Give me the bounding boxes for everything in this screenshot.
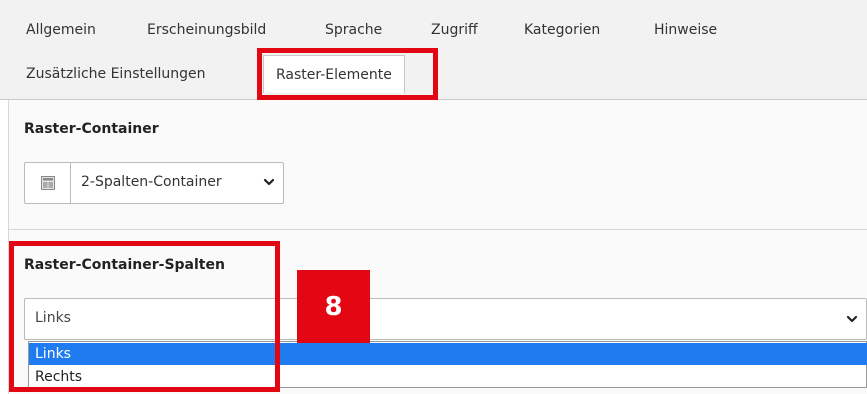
- tab-sprache[interactable]: Sprache: [325, 20, 382, 40]
- tab-zusaetzliche-einstellungen[interactable]: Zusätzliche Einstellungen: [26, 64, 206, 84]
- tab-allgemein[interactable]: Allgemein: [26, 20, 96, 40]
- grid-container-icon: [25, 163, 71, 203]
- raster-container-title: Raster-Container: [24, 121, 159, 137]
- raster-container-spalten-value: Links: [35, 310, 71, 326]
- raster-container-value: 2-Spalten-Container: [81, 174, 222, 190]
- raster-container-spalten-dropdown: Links Rechts: [28, 341, 867, 388]
- tab-raster-elemente[interactable]: Raster-Elemente: [263, 55, 405, 93]
- tab-zugriff[interactable]: Zugriff: [431, 20, 478, 40]
- tab-kategorien[interactable]: Kategorien: [524, 20, 600, 40]
- chevron-down-icon: [263, 178, 275, 186]
- chevron-down-icon: [846, 315, 858, 323]
- option-links[interactable]: Links: [29, 343, 867, 365]
- raster-container-spalten-select[interactable]: Links: [24, 298, 867, 340]
- section-divider: [8, 229, 867, 230]
- step-badge: 8: [297, 270, 370, 343]
- option-rechts[interactable]: Rechts: [29, 366, 867, 388]
- tab-hinweise[interactable]: Hinweise: [654, 20, 717, 40]
- tab-bar: Allgemein Erscheinungsbild Sprache Zugri…: [0, 0, 867, 100]
- raster-container-select[interactable]: 2-Spalten-Container: [24, 162, 284, 204]
- tab-erscheinungsbild[interactable]: Erscheinungsbild: [147, 20, 266, 40]
- raster-container-spalten-title: Raster-Container-Spalten: [24, 257, 225, 273]
